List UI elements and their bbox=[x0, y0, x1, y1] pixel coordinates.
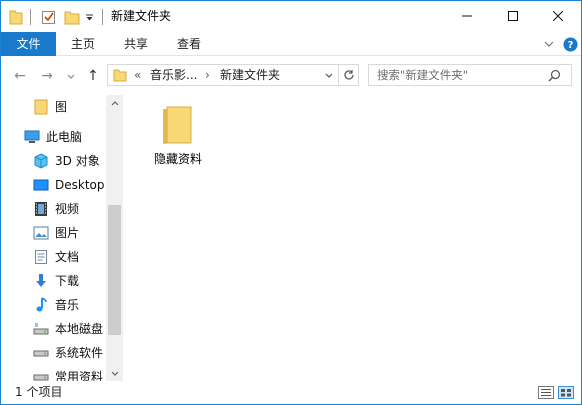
item-count: 1 个项目 bbox=[15, 385, 63, 399]
tab-home[interactable]: 主页 bbox=[61, 32, 105, 56]
maximize-button[interactable] bbox=[490, 1, 536, 31]
close-button[interactable] bbox=[535, 1, 581, 31]
scroll-down-button[interactable] bbox=[106, 365, 123, 381]
nav-item-this-pc[interactable]: 此电脑 bbox=[1, 125, 106, 149]
chevron-down-icon[interactable] bbox=[541, 36, 557, 52]
folder-icon bbox=[34, 99, 50, 115]
customize-toolbar-icon[interactable] bbox=[85, 8, 94, 26]
scroll-thumb[interactable] bbox=[108, 205, 121, 335]
maximize-icon bbox=[508, 11, 518, 21]
nav-item-videos[interactable]: 视频 bbox=[1, 197, 106, 221]
window-title: 新建文件夹 bbox=[111, 9, 172, 23]
help-glyph: ? bbox=[567, 40, 573, 51]
back-button[interactable]: ← bbox=[11, 67, 29, 85]
explorer-window: 新建文件夹 文件 主页 共享 查看 ? ← → ↑ « 音乐影... › 新建文… bbox=[0, 0, 582, 405]
help-icon[interactable]: ? bbox=[562, 36, 578, 52]
address-segment[interactable]: 音乐影... bbox=[150, 68, 197, 83]
nav-item-music[interactable]: 音乐 bbox=[1, 293, 106, 317]
drive-icon bbox=[33, 321, 49, 337]
address-row: ← → ↑ « 音乐影... › 新建文件夹 搜索"新建文件夹" bbox=[1, 57, 581, 95]
music-icon bbox=[33, 297, 49, 313]
nav-item-label: 下载 bbox=[55, 274, 80, 288]
pictures-icon bbox=[33, 225, 49, 241]
drive-icon bbox=[33, 369, 49, 381]
nav-item-label: 3D 对象 bbox=[55, 154, 100, 168]
search-input[interactable]: 搜索"新建文件夹" bbox=[377, 68, 468, 83]
tab-share[interactable]: 共享 bbox=[114, 32, 158, 56]
nav-item-label: 常用资料 bbox=[55, 370, 104, 381]
nav-scrollbar[interactable] bbox=[106, 95, 123, 381]
nav-item-label: 视频 bbox=[55, 202, 80, 216]
documents-icon bbox=[33, 249, 49, 265]
nav-item-system-software[interactable]: 系统软件 bbox=[1, 341, 106, 365]
up-button[interactable]: ↑ bbox=[84, 67, 102, 85]
folder-item[interactable]: 隐藏资料 bbox=[145, 103, 211, 173]
nav-item-3d-objects[interactable]: 3D 对象 bbox=[1, 149, 106, 173]
address-segment[interactable]: 新建文件夹 bbox=[220, 68, 280, 83]
address-bar[interactable]: « 音乐影... › 新建文件夹 bbox=[107, 64, 339, 86]
nav-item-common-data[interactable]: 常用资料 bbox=[1, 365, 106, 381]
nav-item-label: 图片 bbox=[55, 226, 80, 240]
search-icon[interactable] bbox=[548, 69, 561, 85]
title-bar: 新建文件夹 bbox=[1, 1, 581, 32]
close-icon bbox=[553, 11, 563, 21]
tab-view[interactable]: 查看 bbox=[167, 32, 211, 56]
nav-item-label: 本地磁盘 bbox=[55, 322, 104, 336]
navigation-pane: 图 此电脑 3D 对象 Desktop 视频 图片 文档 下载 音乐 本地磁盘 … bbox=[1, 95, 123, 381]
details-view-icon[interactable] bbox=[537, 385, 555, 400]
nav-item-label: Desktop bbox=[55, 178, 105, 192]
drive-icon bbox=[33, 345, 49, 361]
folder-icon bbox=[161, 105, 193, 148]
large-icons-view-icon[interactable] bbox=[557, 385, 575, 400]
nav-item-label: 文档 bbox=[55, 250, 80, 264]
address-dropdown-button[interactable] bbox=[320, 65, 338, 85]
tab-file[interactable]: 文件 bbox=[1, 32, 56, 56]
status-bar: 1 个项目 bbox=[1, 381, 581, 404]
refresh-button[interactable] bbox=[339, 64, 359, 86]
forward-button[interactable]: → bbox=[38, 67, 56, 85]
downloads-icon bbox=[33, 273, 49, 289]
computer-icon bbox=[24, 129, 40, 145]
folder-name: 隐藏资料 bbox=[153, 152, 202, 166]
divider bbox=[30, 9, 31, 25]
file-list[interactable]: 隐藏资料 bbox=[123, 95, 581, 381]
nav-item-label: 音乐 bbox=[55, 298, 80, 312]
nav-item-label: 系统软件 bbox=[55, 346, 104, 360]
nav-item-local-disk[interactable]: 本地磁盘 bbox=[1, 317, 106, 341]
divider bbox=[102, 9, 103, 25]
nav-item-desktop[interactable]: Desktop bbox=[1, 173, 106, 197]
nav-item-pictures[interactable]: 图片 bbox=[1, 221, 106, 245]
properties-icon[interactable] bbox=[41, 8, 57, 26]
ribbon-tabs: 文件 主页 共享 查看 ? bbox=[1, 32, 581, 56]
3d-objects-icon bbox=[33, 153, 49, 169]
folder-icon bbox=[113, 68, 127, 85]
minimize-icon bbox=[462, 15, 472, 17]
nav-item-label: 此电脑 bbox=[46, 130, 83, 144]
videos-icon bbox=[33, 201, 49, 217]
address-separator[interactable]: › bbox=[205, 68, 210, 83]
window-folder-icon bbox=[9, 8, 23, 26]
recent-locations-button[interactable] bbox=[62, 67, 80, 85]
scroll-up-button[interactable] bbox=[106, 95, 123, 111]
nav-item-label: 图 bbox=[55, 100, 68, 114]
nav-item-downloads[interactable]: 下载 bbox=[1, 269, 106, 293]
refresh-icon bbox=[343, 70, 354, 80]
new-folder-icon[interactable] bbox=[64, 8, 80, 26]
nav-item-pictures-short[interactable]: 图 bbox=[1, 95, 106, 119]
address-overflow[interactable]: « bbox=[134, 68, 141, 83]
minimize-button[interactable] bbox=[444, 1, 490, 31]
nav-item-documents[interactable]: 文档 bbox=[1, 245, 106, 269]
desktop-icon bbox=[33, 177, 49, 193]
search-box[interactable]: 搜索"新建文件夹" bbox=[368, 64, 572, 86]
